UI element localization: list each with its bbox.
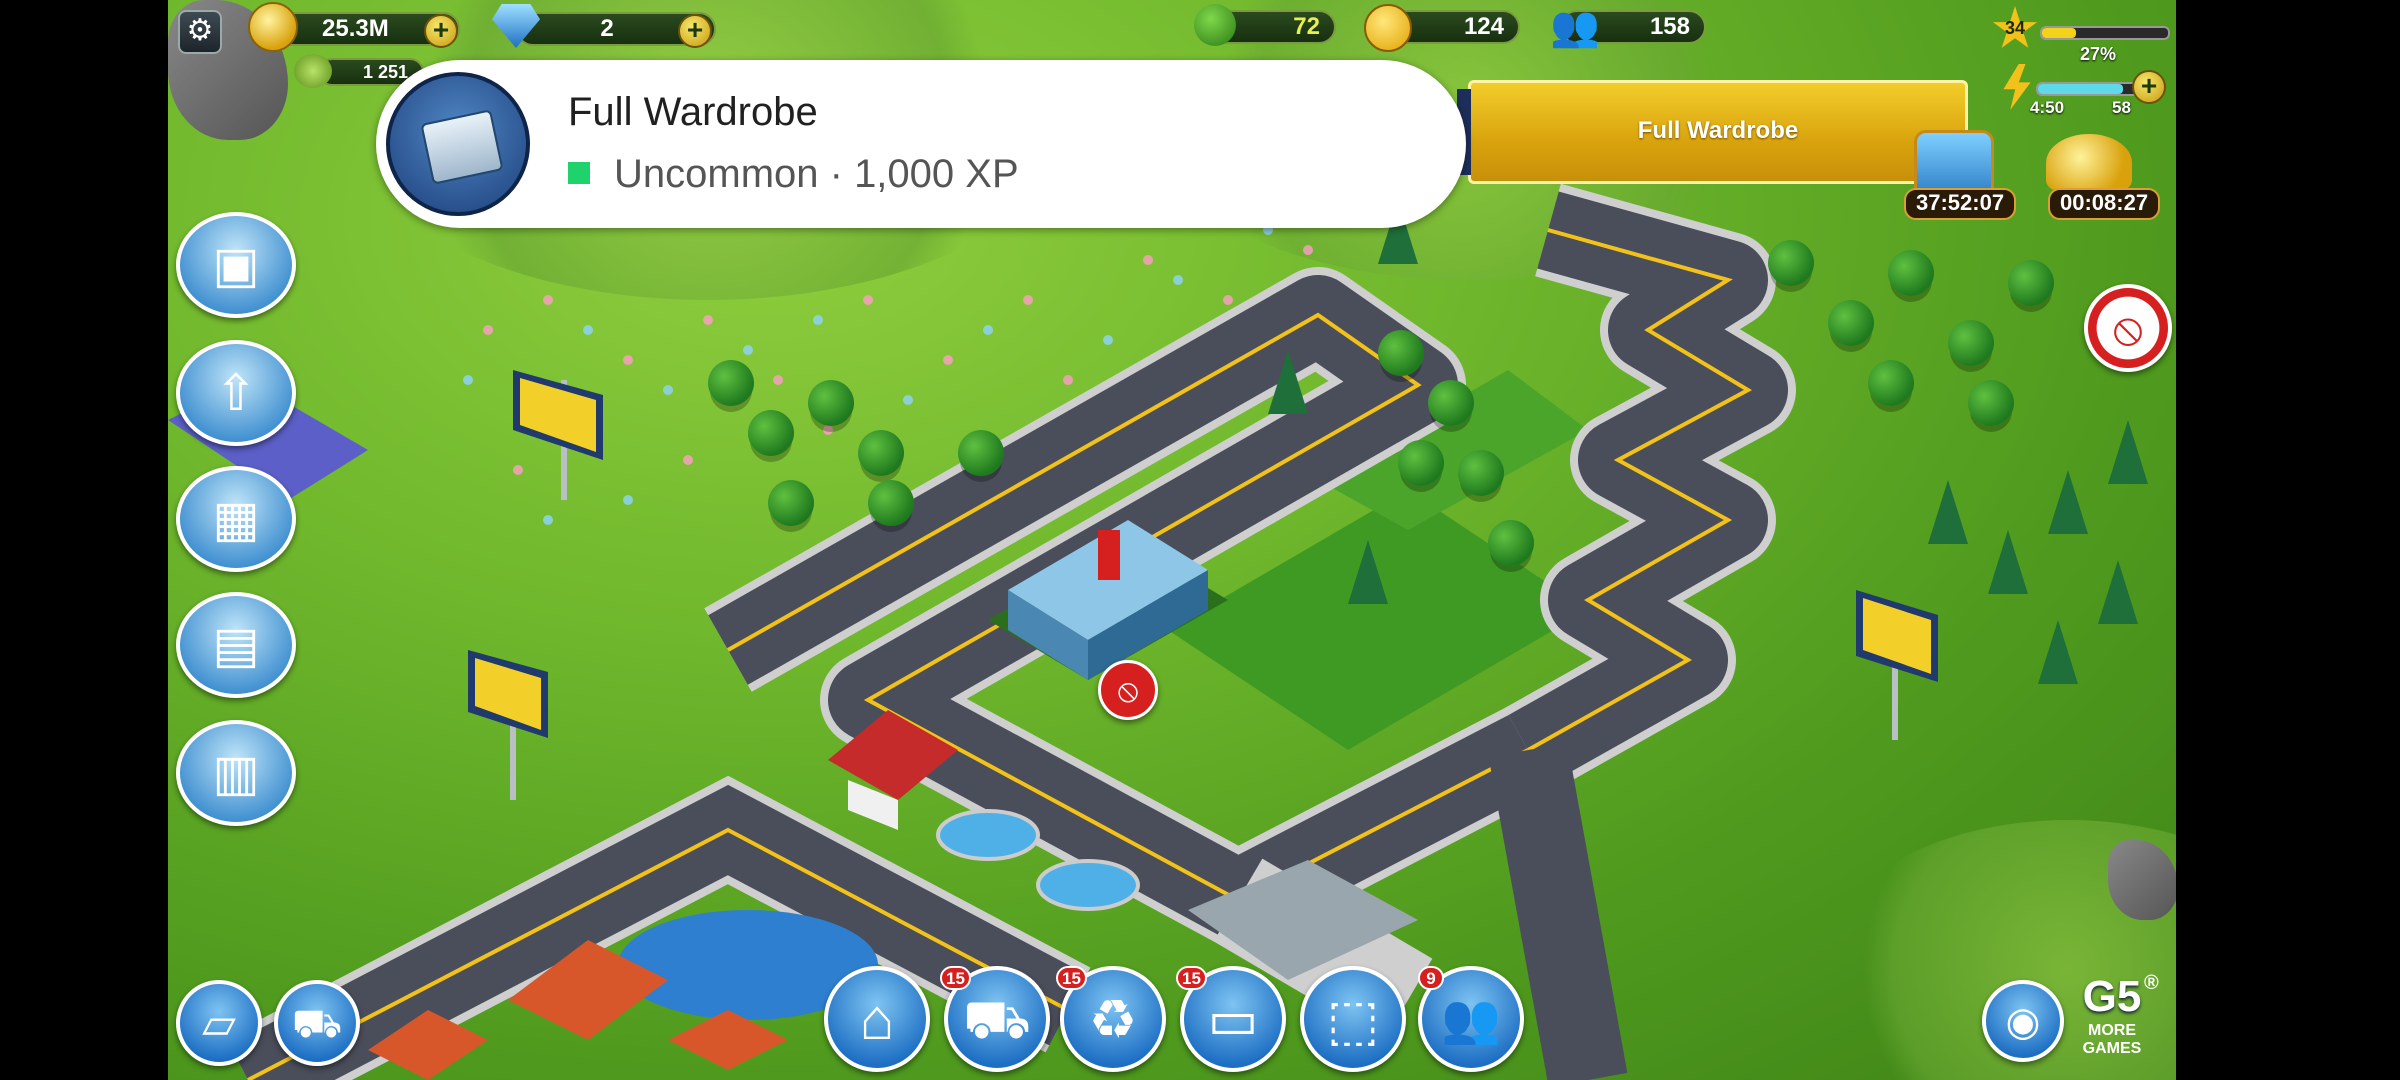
roads-button[interactable]: ▱ <box>176 980 262 1066</box>
xp-progress-bar <box>2040 26 2170 40</box>
tree <box>1488 520 1534 566</box>
pine-tree <box>1988 530 2028 594</box>
tree <box>1868 360 1914 406</box>
tree <box>958 430 1004 476</box>
notification-title: Full Wardrobe <box>568 90 818 134</box>
tree-icon <box>1194 4 1236 46</box>
tree <box>768 480 814 526</box>
energy-progress-bar <box>2036 82 2140 96</box>
tree <box>808 380 854 426</box>
quest-banner[interactable]: Full Wardrobe <box>1457 80 1968 184</box>
add-coins-plus-icon[interactable]: + <box>424 14 458 48</box>
wardrobe-badge-icon <box>386 72 530 216</box>
buses-badge: 15 <box>1176 966 1207 990</box>
building-icon: ▥ <box>212 745 260 801</box>
trucks-badge: 15 <box>940 966 971 990</box>
no-truck-icon: ⦸ <box>1117 672 1139 708</box>
settings-gear-icon[interactable]: ⚙ <box>178 10 222 54</box>
pine-tree <box>1928 480 1968 544</box>
energy-progress-fill <box>2038 84 2123 94</box>
more-games-button[interactable]: G5 ® MORE GAMES <box>2064 972 2160 1072</box>
road-icon: ▱ <box>202 999 236 1048</box>
billboard <box>513 370 603 500</box>
no-truck-icon: ⦸ <box>2113 302 2143 354</box>
smiley-icon <box>1364 4 1412 52</box>
billboard <box>1856 590 1938 740</box>
add-energy-plus-icon[interactable]: + <box>2132 70 2166 104</box>
more-games-label-1: MORE <box>2088 1022 2136 1039</box>
camera-icon: ◉ <box>2005 1000 2041 1044</box>
tree <box>868 480 914 526</box>
bulldozer-button[interactable]: ⛟ <box>274 980 360 1066</box>
coin-pile-icon[interactable] <box>2046 134 2132 192</box>
g5-registered-mark: ® <box>2144 972 2159 994</box>
quick-build-button-4[interactable]: ▤ <box>176 592 296 698</box>
building-icon: ▤ <box>212 617 260 673</box>
notification-rarity: Uncommon <box>614 152 819 196</box>
storage-button[interactable]: ⬚ <box>1300 966 1406 1072</box>
tree <box>708 360 754 406</box>
xp-progress-fill <box>2042 28 2077 38</box>
tree <box>2008 260 2054 306</box>
add-gems-plus-icon[interactable]: + <box>678 14 712 48</box>
building-icon: ▦ <box>212 491 260 547</box>
upgrade-building-icon: ⇧ <box>215 365 257 421</box>
building-icon: ▣ <box>212 237 260 293</box>
no-delivery-button[interactable]: ⦸ <box>2084 284 2172 372</box>
energy-timer: 4:50 <box>2030 98 2065 117</box>
notification-separator: · <box>818 152 855 196</box>
wardrobe-icon <box>420 109 504 185</box>
building-alert-marker[interactable]: ⦸ <box>1098 660 1158 720</box>
pine-tree <box>2108 420 2148 484</box>
tree <box>1378 330 1424 376</box>
tree <box>1828 300 1874 346</box>
coins-icon <box>248 2 298 52</box>
build-menu-button[interactable]: ⌂ <box>824 966 930 1072</box>
tree <box>1398 440 1444 486</box>
chest-timer: 37:52:07 <box>1904 188 2017 220</box>
people-icon: 👥 <box>1550 5 1600 49</box>
rarity-indicator-icon <box>568 162 590 184</box>
tree <box>1888 250 1934 296</box>
energy-value: 58 <box>2112 98 2131 117</box>
pine-tree <box>2038 620 2078 684</box>
tree <box>858 430 904 476</box>
tree <box>1768 240 1814 286</box>
box-icon: ⬚ <box>1326 988 1380 1051</box>
banner-label: Full Wardrobe <box>1637 117 1799 144</box>
billboard <box>468 650 548 800</box>
quick-build-button-5[interactable]: ▥ <box>176 720 296 826</box>
camera-button[interactable]: ◉ <box>1982 980 2064 1062</box>
coin-stack-icon <box>294 54 332 88</box>
pine-tree <box>2098 560 2138 624</box>
quick-build-button-1[interactable]: ▣ <box>176 212 296 318</box>
tree <box>1428 380 1474 426</box>
tree <box>748 410 794 456</box>
notification-subtitle: Uncommon · 1,000 XP <box>614 152 1019 197</box>
pine-tree <box>1268 350 1308 414</box>
level-value: 34 <box>2004 18 2026 38</box>
xp-percent-label: 27% <box>2080 44 2117 64</box>
quick-build-button-3[interactable]: ▦ <box>176 466 296 572</box>
quick-build-button-2[interactable]: ⇧ <box>176 340 296 446</box>
construction-crane-icon: ⌂ <box>859 987 895 1052</box>
coins-timer: 00:08:27 <box>2048 188 2161 220</box>
achievement-notification[interactable]: Full Wardrobe Uncommon · 1,000 XP <box>376 60 1466 228</box>
notification-xp: 1,000 XP <box>854 152 1019 196</box>
more-games-label-2: GAMES <box>2082 1040 2142 1057</box>
friends-badge: 9 <box>1418 966 1444 990</box>
tree <box>1458 450 1504 496</box>
pine-tree <box>1348 540 1388 604</box>
tree <box>1968 380 2014 426</box>
tree <box>1948 320 1994 366</box>
recycling-badge: 15 <box>1056 966 1087 990</box>
bulldozer-icon: ⛟ <box>291 1002 343 1046</box>
pine-tree <box>2048 470 2088 534</box>
